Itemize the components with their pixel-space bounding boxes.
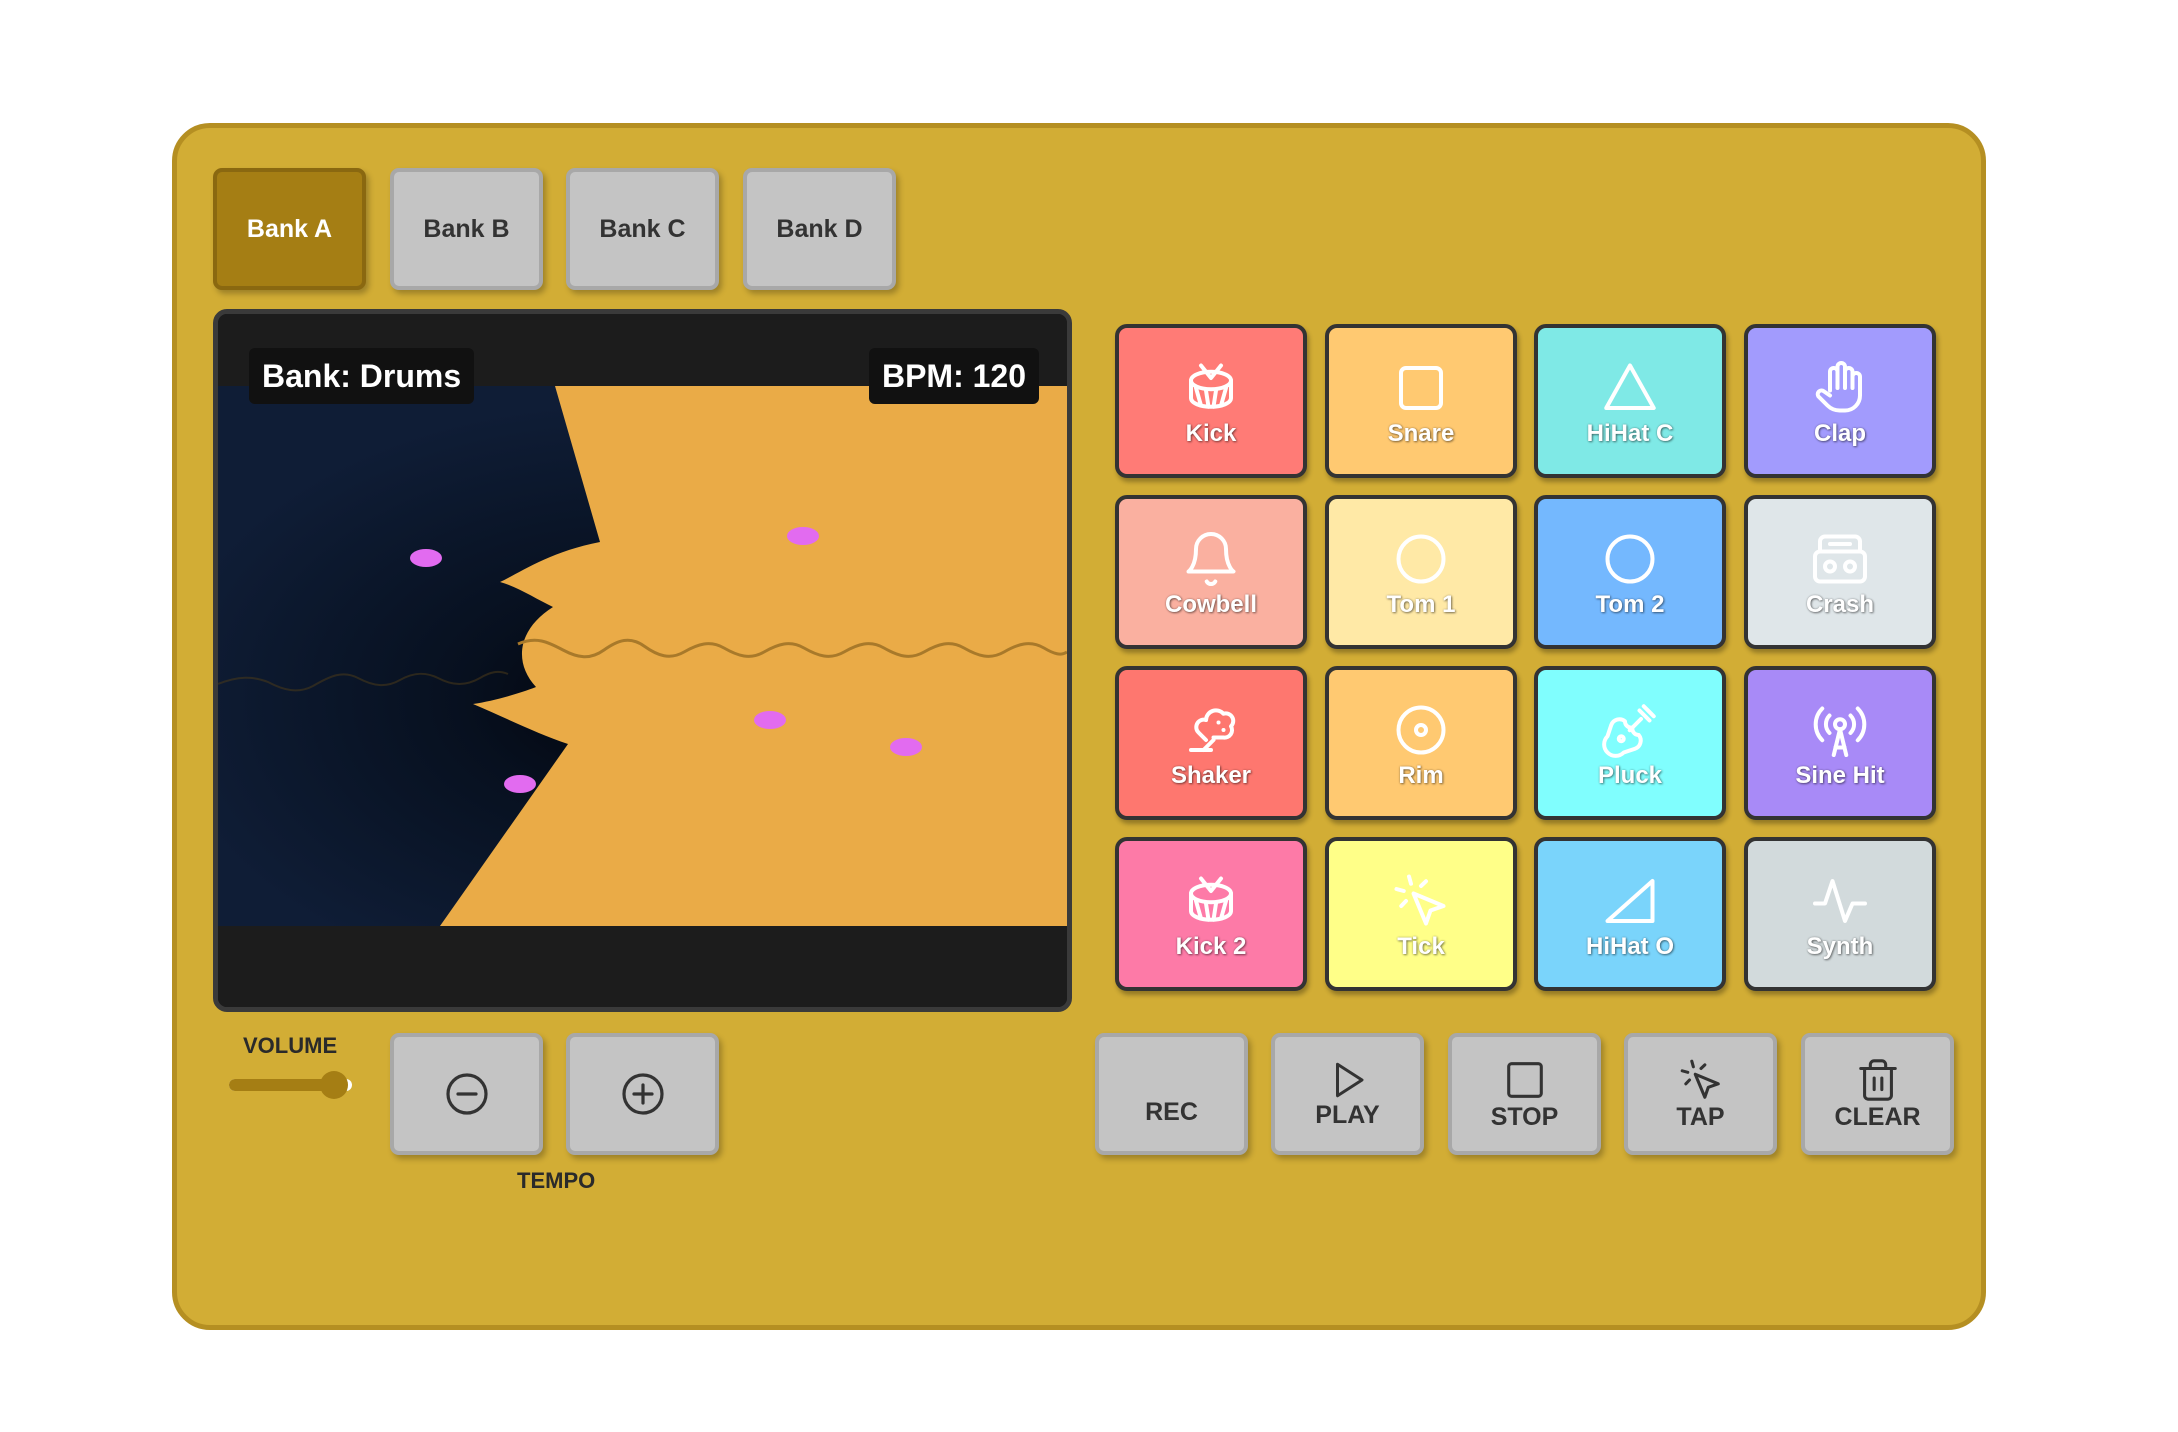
pad-label: Sine Hit xyxy=(1795,762,1885,789)
disc-icon xyxy=(1396,705,1446,755)
pad-rim[interactable]: Rim xyxy=(1325,666,1517,820)
pad-tom-2[interactable]: Tom 2 xyxy=(1534,495,1726,649)
pad-label: HiHat O xyxy=(1585,933,1674,960)
pad-kick[interactable]: Kick xyxy=(1115,324,1307,478)
bank-name-label: Bank: Drums xyxy=(249,348,475,404)
tempo-decrease-button[interactable] xyxy=(390,1033,543,1155)
stop-button[interactable]: STOP xyxy=(1448,1033,1601,1155)
pad-label: HiHat C xyxy=(1586,420,1674,447)
pad-snare[interactable]: Snare xyxy=(1325,324,1517,478)
tap-label: TAP xyxy=(1676,1102,1725,1131)
stop-icon xyxy=(1506,1061,1543,1098)
boombox-icon xyxy=(1813,534,1867,584)
ramp-icon xyxy=(1605,879,1655,923)
pad-kick-2[interactable]: Kick 2 xyxy=(1115,837,1307,991)
visualizer-particle xyxy=(787,527,819,545)
pad-clap[interactable]: Clap xyxy=(1744,324,1936,478)
pulse-icon xyxy=(1813,879,1867,923)
visualizer-particle xyxy=(890,738,922,756)
pad-crash[interactable]: Crash xyxy=(1744,495,1936,649)
clear-button[interactable]: CLEAR xyxy=(1801,1033,1954,1155)
circle-icon xyxy=(1396,534,1446,584)
play-button[interactable]: PLAY xyxy=(1271,1033,1424,1155)
rec-label: REC xyxy=(1145,1097,1198,1126)
volume-thumb[interactable] xyxy=(319,1071,348,1099)
plus-circle-icon xyxy=(621,1073,664,1115)
rec-button[interactable]: REC xyxy=(1095,1033,1248,1155)
pad-shaker[interactable]: Shaker xyxy=(1115,666,1307,820)
bpm-label: BPM: 120 xyxy=(868,348,1039,404)
pad-pluck[interactable]: Pluck xyxy=(1534,666,1726,820)
pad-label: Kick 2 xyxy=(1175,933,1247,960)
guitar-icon xyxy=(1602,704,1656,758)
pad-hihat-c[interactable]: HiHat C xyxy=(1534,324,1726,478)
visualizer-canvas xyxy=(218,314,1067,1007)
triangle-icon xyxy=(1604,363,1656,410)
drum-icon xyxy=(1189,363,1233,409)
pad-label: Tom 1 xyxy=(1386,591,1456,618)
pad-synth[interactable]: Synth xyxy=(1744,837,1936,991)
pad-label: Rim xyxy=(1398,762,1444,789)
bell-icon xyxy=(1186,532,1236,586)
circle-icon xyxy=(1605,534,1655,584)
visualizer-particle xyxy=(754,711,786,729)
tap-button[interactable]: TAP xyxy=(1624,1033,1777,1155)
pad-tick[interactable]: Tick xyxy=(1325,837,1517,991)
trash-icon xyxy=(1858,1058,1897,1101)
pad-tom-1[interactable]: Tom 1 xyxy=(1325,495,1517,649)
pad-sine-hit[interactable]: Sine Hit xyxy=(1744,666,1936,820)
visualizer-particle xyxy=(410,549,442,567)
volume-label: VOLUME xyxy=(243,1033,338,1058)
pad-label: Shaker xyxy=(1170,762,1252,789)
tempo-increase-button[interactable] xyxy=(566,1033,719,1155)
drum-icon xyxy=(1189,876,1233,922)
clear-label: CLEAR xyxy=(1834,1102,1921,1131)
pad-label: Pluck xyxy=(1597,762,1663,789)
pad-label: Tom 2 xyxy=(1595,591,1665,618)
pad-label: Snare xyxy=(1387,420,1455,447)
bank-d-button[interactable]: Bank D xyxy=(743,168,896,290)
square-icon xyxy=(1399,366,1443,410)
volume-fill xyxy=(229,1079,334,1091)
display-screen: Bank: Drums BPM: 120 xyxy=(213,309,1072,1012)
visualizer-particle xyxy=(504,775,536,793)
cursor-click-icon xyxy=(1680,1059,1720,1099)
play-icon xyxy=(1335,1062,1363,1097)
stop-label: STOP xyxy=(1490,1102,1559,1131)
pad-label: Synth xyxy=(1806,933,1874,960)
pad-cowbell[interactable]: Cowbell xyxy=(1115,495,1307,649)
hand-icon xyxy=(1815,361,1862,413)
shaker-icon xyxy=(1189,708,1236,752)
broadcast-icon xyxy=(1813,706,1867,757)
pad-hihat-o[interactable]: HiHat O xyxy=(1534,837,1726,991)
bank-a-button[interactable]: Bank A xyxy=(213,168,366,290)
cursor-click-icon xyxy=(1394,874,1446,926)
volume-slider[interactable] xyxy=(229,1071,352,1099)
bank-c-button[interactable]: Bank C xyxy=(566,168,719,290)
sampler-device: Bank A Bank B Bank C Bank D Bank: Drums xyxy=(172,123,1986,1330)
pad-label: Crash xyxy=(1805,591,1875,618)
pad-label: Kick xyxy=(1185,420,1237,447)
pad-label: Cowbell xyxy=(1164,591,1257,618)
pad-label: Clap xyxy=(1813,420,1866,447)
play-label: PLAY xyxy=(1315,1100,1380,1129)
bank-b-button[interactable]: Bank B xyxy=(390,168,543,290)
tempo-label: TEMPO xyxy=(517,1168,596,1193)
minus-circle-icon xyxy=(445,1073,488,1115)
pad-label: Tick xyxy=(1397,933,1445,960)
